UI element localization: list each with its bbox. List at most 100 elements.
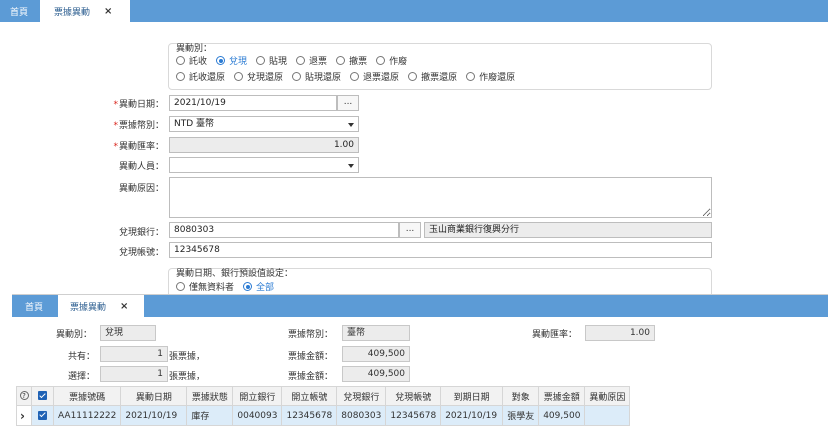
currency-label-text: 票據幣別： <box>118 121 164 131</box>
summary-total-unit: 張票據， <box>169 352 206 362</box>
staff-label: 異動人員： <box>118 162 164 172</box>
bank-code-input[interactable]: 8080303 <box>169 222 399 238</box>
cell-issue-bank: 0040093 <box>232 405 283 426</box>
col-due-date[interactable]: 到期日期 <box>440 386 504 406</box>
grid-header-row: ? 票據號碼 異動日期 票據狀態 開立銀行 開立帳號 兌現銀行 兌現帳號 到期日… <box>16 386 631 406</box>
radio-circle-icon <box>176 56 185 65</box>
radio-void-revert[interactable]: 作廢還原 <box>466 70 515 83</box>
radio-label: 退票 <box>309 57 328 67</box>
radio-cash[interactable]: 兌現 <box>216 54 247 67</box>
radio-collect-revert[interactable]: 託收還原 <box>176 70 225 83</box>
col-issue-bank[interactable]: 開立銀行 <box>232 386 283 406</box>
col-issue-account[interactable]: 開立帳號 <box>281 386 338 406</box>
change-type-label: 異動別： <box>176 44 213 54</box>
col-bill-status[interactable]: 票據狀態 <box>186 386 234 406</box>
account-label: 兌現帳號： <box>118 248 164 258</box>
bank-name-display: 玉山商業銀行復興分行 <box>424 222 712 238</box>
change-date-label: *異動日期： <box>100 97 164 110</box>
summary-currency-value: 臺幣 <box>342 325 410 341</box>
summary-selected-label: 選擇： <box>68 372 96 382</box>
col-reason[interactable]: 異動原因 <box>584 386 631 406</box>
cell-cash-account: 12345678 <box>385 405 442 426</box>
radio-circle-icon <box>234 72 244 81</box>
summary-total-amount-label: 票據金額： <box>288 352 334 362</box>
summary-change-type-label: 異動別： <box>56 330 93 340</box>
bill-list-window: 首頁 票據異動 × 異動別： 兌現 票據幣別： 臺幣 異動匯率： 1.00 共有… <box>12 294 828 439</box>
radio-label: 作廢還原 <box>479 73 516 83</box>
col-bill-no[interactable]: 票據號碼 <box>52 386 122 406</box>
radio-withdraw-revert[interactable]: 撤票還原 <box>408 70 457 83</box>
col-cash-bank[interactable]: 兌現銀行 <box>336 386 387 406</box>
staff-select[interactable] <box>169 157 359 173</box>
close-icon[interactable]: × <box>104 6 112 17</box>
radio-circle-icon <box>176 72 185 81</box>
reason-label: 異動原因： <box>118 184 164 194</box>
radio-circle-icon <box>350 72 360 81</box>
col-target[interactable]: 對象 <box>502 386 540 406</box>
radio-label: 兌現 <box>229 57 248 67</box>
col-amount[interactable]: 票據金額 <box>538 386 586 406</box>
radio-withdraw[interactable]: 撤票 <box>336 54 367 67</box>
radio-all[interactable]: 全部 <box>243 280 274 293</box>
tab-home[interactable]: 首頁 <box>0 0 38 22</box>
row-indicator-icon: › <box>16 405 32 426</box>
radio-label: 託收 <box>189 57 208 67</box>
radio-return-revert[interactable]: 退票還原 <box>350 70 399 83</box>
change-date-input[interactable]: 2021/10/19 <box>169 95 337 111</box>
summary-total-amount: 409,500 <box>342 346 410 362</box>
cell-bill-no: AA11112222 <box>52 405 122 426</box>
chevron-down-icon <box>348 164 354 168</box>
summary-rate-label: 異動匯率： <box>532 330 578 340</box>
cell-reason <box>584 405 631 426</box>
change-type-row2: 託收還原 兌現還原 貼現還原 退票還原 撤票還原 作廢還原 <box>176 70 524 83</box>
close-icon[interactable]: × <box>120 301 128 312</box>
row-checkbox[interactable] <box>31 405 54 426</box>
radio-return[interactable]: 退票 <box>296 54 327 67</box>
radio-collect[interactable]: 託收 <box>176 54 207 67</box>
exchange-rate-label: *異動匯率： <box>100 139 164 152</box>
col-cash-account[interactable]: 兌現帳號 <box>385 386 442 406</box>
bank-label: 兌現銀行： <box>118 228 164 238</box>
summary-change-type-value: 兌現 <box>100 325 156 341</box>
radio-label: 託收還原 <box>189 73 226 83</box>
table-row[interactable]: › AA11112222 2021/10/19 庫存 0040093 12345… <box>16 405 631 426</box>
bank-lookup-button[interactable]: ... <box>399 222 421 238</box>
reason-textarea[interactable] <box>169 177 712 218</box>
summary-selected-amount-label: 票據金額： <box>288 372 334 382</box>
top-tab-bar: 首頁 票據異動 × <box>0 0 828 22</box>
radio-discount[interactable]: 貼現 <box>256 54 287 67</box>
tab-home-label: 首頁 <box>9 7 28 18</box>
default-setting-label: 異動日期、銀行預設值設定： <box>176 269 294 279</box>
radio-label: 貼現還原 <box>305 73 342 83</box>
cell-change-date: 2021/10/19 <box>120 405 188 426</box>
date-picker-button[interactable]: ... <box>337 95 359 111</box>
tab-home-2[interactable]: 首頁 <box>12 295 56 317</box>
radio-label: 撤票 <box>349 57 368 67</box>
help-icon[interactable]: ? <box>16 386 32 406</box>
select-all-checkbox[interactable] <box>31 386 54 406</box>
summary-rate-value: 1.00 <box>585 325 655 341</box>
radio-discount-revert[interactable]: 貼現還原 <box>292 70 341 83</box>
tab-bill-change-2[interactable]: 票據異動 × <box>58 295 144 317</box>
currency-value: NTD 臺幣 <box>174 119 215 129</box>
default-setting-options: 僅無資料者 全部 <box>176 280 283 293</box>
radio-void[interactable]: 作廢 <box>376 54 407 67</box>
summary-selected-unit: 張票據， <box>169 372 206 382</box>
radio-cash-revert[interactable]: 兌現還原 <box>234 70 283 83</box>
radio-circle-icon <box>176 282 185 291</box>
checkbox-checked-icon <box>38 410 47 420</box>
radio-label: 貼現 <box>269 57 288 67</box>
radio-label: 撤票還原 <box>421 73 458 83</box>
tab-bill-change[interactable]: 票據異動 × <box>40 0 130 22</box>
exchange-rate-input[interactable]: 1.00 <box>169 137 359 153</box>
col-change-date[interactable]: 異動日期 <box>120 386 188 406</box>
bottom-tab-bar: 首頁 票據異動 × <box>12 295 828 317</box>
required-mark: * <box>113 121 118 131</box>
required-mark: * <box>113 142 118 152</box>
radio-circle-icon <box>336 56 346 65</box>
account-input[interactable]: 12345678 <box>169 242 712 258</box>
currency-select[interactable]: NTD 臺幣 <box>169 116 359 132</box>
exchange-rate-label-text: 異動匯率： <box>118 142 164 152</box>
radio-only-empty[interactable]: 僅無資料者 <box>176 280 234 293</box>
summary-total-label: 共有： <box>68 352 96 362</box>
